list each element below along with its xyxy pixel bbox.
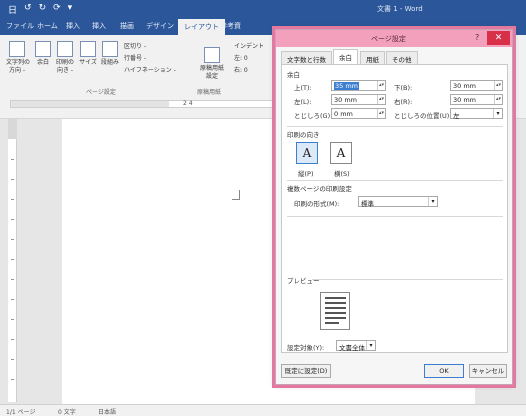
margin-corner-mark bbox=[232, 190, 240, 200]
ruler-numbers: 2 4 bbox=[183, 100, 193, 107]
close-button[interactable]: ✕ bbox=[487, 31, 510, 45]
left-margin-input[interactable]: 30 mm ▴▾ bbox=[331, 94, 386, 105]
multiple-pages-section-label: 複数ページの印刷設定 bbox=[287, 185, 352, 193]
tab-references[interactable]: 参考資 bbox=[220, 21, 241, 31]
portrait-label: 縦(P) bbox=[298, 170, 314, 178]
tab-paper[interactable]: 用紙 bbox=[360, 51, 385, 64]
cancel-button[interactable]: キャンセル bbox=[469, 364, 507, 378]
language-status[interactable]: 日本語 bbox=[98, 407, 116, 416]
spinner-arrows-icon[interactable]: ▴▾ bbox=[377, 81, 385, 90]
tab-insert[interactable]: 挿入 bbox=[66, 21, 80, 31]
ok-button[interactable]: OK bbox=[424, 364, 464, 378]
bottom-margin-label: 下(B): bbox=[394, 84, 413, 92]
columns-icon bbox=[102, 41, 118, 57]
quick-access-toolbar: 日 ↺ ↻ ⟳ ▾ bbox=[8, 3, 72, 16]
set-as-default-button[interactable]: 既定に設定(D) bbox=[281, 364, 331, 378]
orientation-section-label: 印刷の向き bbox=[287, 131, 320, 139]
tab-file[interactable]: ファイル bbox=[6, 21, 34, 31]
line-numbers-button[interactable]: 行番号 - bbox=[124, 53, 146, 62]
breaks-button[interactable]: 区切り - bbox=[124, 41, 146, 50]
dialog-title-bar[interactable]: ページ設定 ? ✕ bbox=[276, 30, 512, 47]
indent-right-field[interactable]: 右: 0 bbox=[234, 65, 248, 74]
orientation-button[interactable]: 印刷の 向き - bbox=[55, 41, 75, 75]
status-bar: 1/1 ページ 0 文字 日本語 bbox=[0, 404, 526, 416]
bottom-margin-input[interactable]: 30 mm ▴▾ bbox=[450, 80, 503, 91]
preview-section-label: プレビュー bbox=[287, 277, 320, 285]
tab-insert-2[interactable]: 挿入 bbox=[92, 21, 106, 31]
word-count[interactable]: 0 文字 bbox=[58, 407, 76, 416]
size-icon bbox=[80, 41, 96, 57]
margins-panel: 余白 上(T): 35 mm ▴▾ 下(B): 30 mm ▴▾ 左(L): 30 … bbox=[281, 64, 508, 353]
spinner-arrows-icon[interactable]: ▴▾ bbox=[494, 95, 502, 104]
right-margin-input[interactable]: 30 mm ▴▾ bbox=[450, 94, 503, 105]
apply-to-select[interactable]: 文書全体 ▾ bbox=[336, 340, 376, 352]
help-icon[interactable]: ? bbox=[475, 33, 479, 42]
customize-qat-icon[interactable]: ▾ bbox=[68, 3, 73, 16]
tab-characters-lines[interactable]: 文字数と行数 bbox=[281, 51, 332, 64]
landscape-label: 横(S) bbox=[334, 170, 350, 178]
gutter-input[interactable]: 0 mm ▴▾ bbox=[331, 108, 386, 119]
title-bar: 日 ↺ ↻ ⟳ ▾ 文書 1 - Word bbox=[0, 0, 526, 18]
columns-button[interactable]: 段組み bbox=[100, 41, 120, 67]
top-margin-label: 上(T): bbox=[294, 84, 312, 92]
repeat-icon[interactable]: ⟳ bbox=[53, 3, 61, 16]
margins-section-label: 余白 bbox=[287, 71, 300, 79]
multiple-pages-select[interactable]: 標準 ▾ bbox=[358, 196, 438, 208]
gutter-position-select[interactable]: 左 ▾ bbox=[450, 108, 503, 120]
top-margin-input[interactable]: 35 mm ▴▾ bbox=[331, 80, 386, 91]
orientation-icon bbox=[57, 41, 73, 57]
tab-layout[interactable]: レイアウト bbox=[178, 19, 225, 35]
indent-label: インデント bbox=[234, 43, 265, 50]
portrait-option[interactable]: A bbox=[296, 142, 318, 164]
tab-other[interactable]: その他 bbox=[386, 51, 418, 64]
tab-design[interactable]: デザイン bbox=[146, 21, 174, 31]
page-setup-dialog: ページ設定 ? ✕ 文字数と行数 余白 用紙 その他 余白 上(T): 35 m… bbox=[272, 26, 516, 388]
manuscript-group-label: 原稿用紙 bbox=[197, 89, 222, 96]
multiple-pages-label: 印刷の形式(M): bbox=[294, 200, 340, 208]
chevron-down-icon: ▾ bbox=[366, 341, 375, 350]
left-margin-label: 左(L): bbox=[294, 98, 312, 106]
manuscript-icon bbox=[204, 47, 220, 63]
margins-icon bbox=[35, 41, 51, 57]
text-direction-icon bbox=[9, 41, 25, 57]
save-icon[interactable]: 日 bbox=[8, 3, 17, 16]
tab-home[interactable]: ホーム bbox=[37, 21, 58, 31]
document-title: 文書 1 - Word bbox=[377, 5, 423, 13]
tab-draw[interactable]: 描画 bbox=[120, 21, 134, 31]
apply-to-label: 設定対象(Y): bbox=[287, 344, 325, 352]
page-setup-group-label: ページ設定 bbox=[86, 89, 116, 96]
text-direction-button[interactable]: 文字列の 方向 - bbox=[6, 41, 30, 75]
size-button[interactable]: サイズ bbox=[78, 41, 98, 67]
horizontal-ruler: 2 4 bbox=[10, 100, 275, 108]
manuscript-settings-button[interactable]: 原稿用紙 設定 bbox=[199, 47, 225, 81]
redo-icon[interactable]: ↻ bbox=[39, 3, 47, 16]
tab-margins[interactable]: 余白 bbox=[333, 49, 358, 64]
chevron-down-icon: ▾ bbox=[493, 109, 502, 118]
page-count[interactable]: 1/1 ページ bbox=[6, 407, 35, 416]
spinner-arrows-icon[interactable]: ▴▾ bbox=[377, 109, 385, 118]
margins-button[interactable]: 余白 bbox=[34, 41, 52, 67]
dialog-title: ページ設定 bbox=[371, 35, 406, 43]
spinner-arrows-icon[interactable]: ▴▾ bbox=[494, 81, 502, 90]
undo-icon[interactable]: ↺ bbox=[24, 3, 32, 16]
hyphenation-button[interactable]: ハイフネーション - bbox=[124, 65, 176, 74]
right-margin-label: 右(R): bbox=[394, 98, 413, 106]
preview-page bbox=[320, 292, 350, 330]
landscape-option[interactable]: A bbox=[330, 142, 352, 164]
gutter-label: とじしろ(G): bbox=[294, 112, 333, 120]
indent-left-field[interactable]: 左: 0 bbox=[234, 53, 248, 62]
chevron-down-icon: ▾ bbox=[428, 197, 437, 206]
spinner-arrows-icon[interactable]: ▴▾ bbox=[377, 95, 385, 104]
vertical-ruler bbox=[8, 119, 17, 402]
gutter-position-label: とじしろの位置(U): bbox=[394, 112, 452, 120]
